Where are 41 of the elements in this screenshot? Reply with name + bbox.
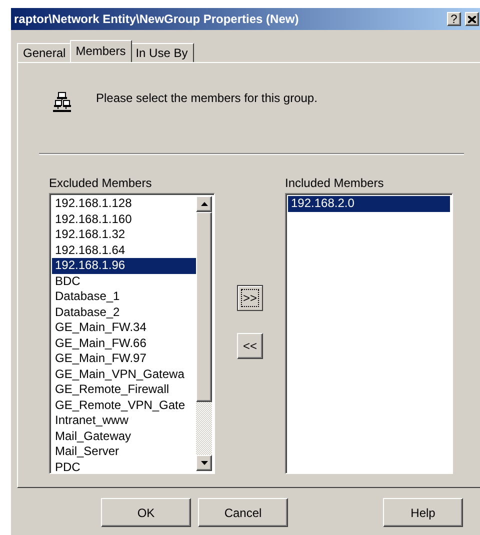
add-button[interactable]: >> xyxy=(237,285,263,311)
list-item[interactable]: Mail_Server xyxy=(52,444,196,460)
list-item[interactable]: 192.168.2.0 xyxy=(288,196,450,212)
close-icon xyxy=(468,16,476,22)
dialog-button[interactable]: OK xyxy=(101,498,191,527)
list-item[interactable]: 192.168.1.32 xyxy=(52,227,196,242)
list-item[interactable]: GE_Main_FW.66 xyxy=(52,336,196,351)
included-members-list[interactable]: 192.168.2.0 xyxy=(285,193,453,474)
close-button[interactable] xyxy=(465,12,479,26)
tab[interactable]: In Use By xyxy=(130,43,194,62)
tab[interactable]: General xyxy=(17,43,72,62)
list-item[interactable]: Mail_Gateway xyxy=(52,428,196,444)
remove-button[interactable]: << xyxy=(237,333,263,359)
list-item[interactable]: GE_Remote_Firewall xyxy=(52,382,196,398)
excluded-members-list[interactable] xyxy=(49,193,215,474)
list-item[interactable]: Database_1 xyxy=(52,289,196,304)
list-item[interactable]: Intranet_www xyxy=(52,413,196,428)
tab[interactable]: Members xyxy=(70,40,132,62)
list-item[interactable]: 192.168.1.160 xyxy=(52,212,196,227)
list-label: Included Members xyxy=(285,176,385,190)
scroll-down-icon[interactable] xyxy=(196,455,212,471)
list-item[interactable]: 192.168.1.128 xyxy=(52,196,196,212)
list-item[interactable]: 192.168.1.96 xyxy=(52,258,196,274)
scroll-thumb[interactable] xyxy=(196,212,212,402)
scrollbar[interactable] xyxy=(196,196,212,471)
list-item[interactable]: 192.168.1.64 xyxy=(52,242,196,258)
dialog-button[interactable]: Cancel xyxy=(198,498,288,527)
list-item[interactable]: GE_Main_FW.97 xyxy=(52,351,196,366)
network-group-icon xyxy=(51,91,73,113)
list-item[interactable]: Database_2 xyxy=(52,304,196,320)
instruction-text: Please select the members for this group. xyxy=(96,91,318,105)
window-title: raptor\Network Entity\NewGroup Properties (New) xyxy=(14,12,300,26)
list-item[interactable]: GE_Remote_VPN_Gate xyxy=(52,398,196,413)
dialog-button[interactable]: Help xyxy=(383,498,463,527)
help-button[interactable]: ? xyxy=(447,12,461,26)
list-item[interactable]: GE_Main_VPN_Gatewa xyxy=(52,366,196,382)
list-label: Excluded Members xyxy=(49,176,153,190)
scroll-up-icon[interactable] xyxy=(196,196,212,212)
list-item[interactable]: PDC xyxy=(52,460,196,475)
list-item[interactable]: GE_Main_FW.34 xyxy=(52,320,196,336)
list-item[interactable]: BDC xyxy=(52,274,196,289)
